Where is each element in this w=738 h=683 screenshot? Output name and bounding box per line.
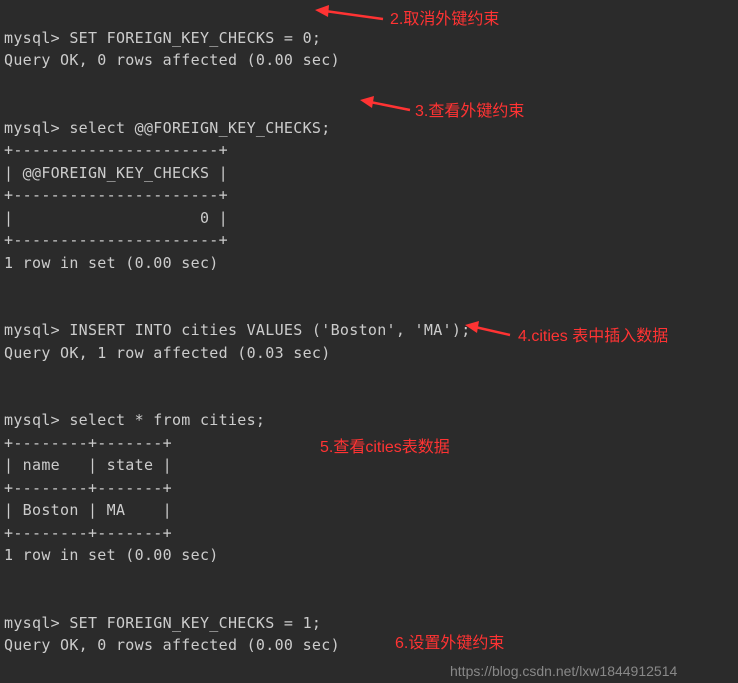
result-line: 1 row in set (0.00 sec) xyxy=(4,546,219,564)
cmd-line: mysql> select @@FOREIGN_KEY_CHECKS; xyxy=(4,119,331,137)
result-line: Query OK, 1 row affected (0.03 sec) xyxy=(4,344,331,362)
table-border: +----------------------+ xyxy=(4,186,228,204)
annotation-view-cities: 5.查看cities表数据 xyxy=(320,436,450,460)
result-line: Query OK, 0 rows affected (0.00 sec) xyxy=(4,636,340,654)
table-border: +----------------------+ xyxy=(4,141,228,159)
watermark-text: https://blog.csdn.net/lxw1844912514 xyxy=(450,661,677,682)
cmd-line: mysql> SET FOREIGN_KEY_CHECKS = 0; xyxy=(4,29,321,47)
table-header: | name | state | xyxy=(4,456,172,474)
annotation-cancel-fk: 2.取消外键约束 xyxy=(390,8,499,32)
table-border: +--------+-------+ xyxy=(4,524,172,542)
result-line: Query OK, 0 rows affected (0.00 sec) xyxy=(4,51,340,69)
table-border: +--------+-------+ xyxy=(4,434,172,452)
annotation-insert-cities: 4.cities 表中插入数据 xyxy=(518,325,668,349)
annotation-set-fk: 6.设置外键约束 xyxy=(395,632,504,656)
annotation-view-fk: 3.查看外键约束 xyxy=(415,100,524,124)
table-row: | Boston | MA | xyxy=(4,501,172,519)
cmd-line: mysql> INSERT INTO cities VALUES ('Bosto… xyxy=(4,321,471,339)
table-header: | @@FOREIGN_KEY_CHECKS | xyxy=(4,164,228,182)
cmd-line: mysql> select * from cities; xyxy=(4,411,265,429)
result-line: 1 row in set (0.00 sec) xyxy=(4,254,219,272)
table-border: +----------------------+ xyxy=(4,231,228,249)
table-border: +--------+-------+ xyxy=(4,479,172,497)
table-row: | 0 | xyxy=(4,209,228,227)
cmd-line: mysql> SET FOREIGN_KEY_CHECKS = 1; xyxy=(4,614,321,632)
